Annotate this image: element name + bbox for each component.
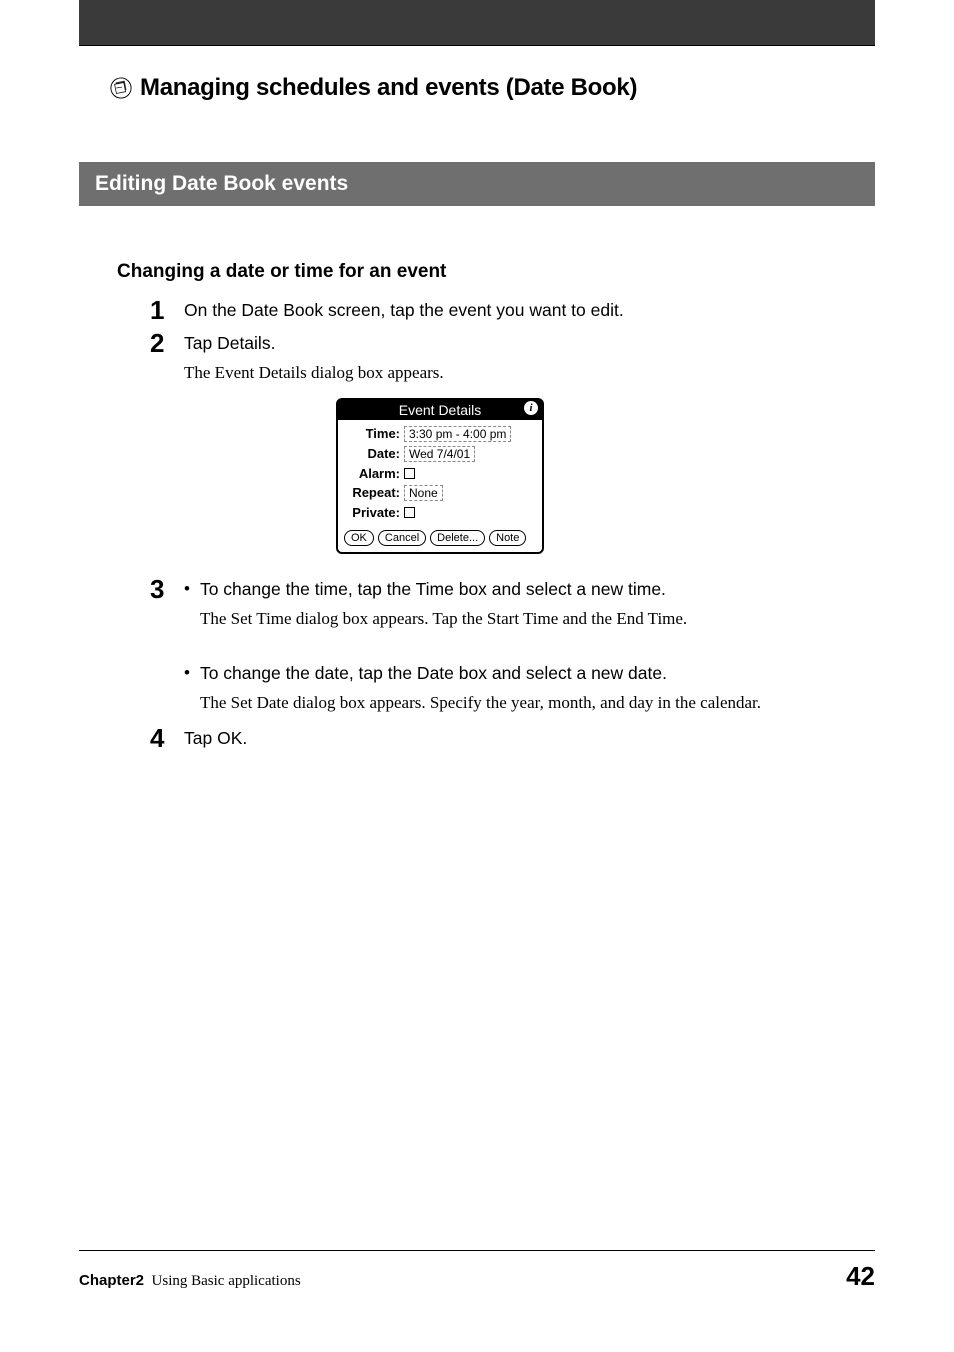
bullet-icon: • — [184, 576, 190, 602]
cancel-button[interactable]: Cancel — [378, 530, 426, 546]
header-rule — [79, 45, 875, 46]
section-title-bar: Editing Date Book events — [79, 162, 875, 206]
header-dark-bar — [79, 0, 875, 45]
ok-button[interactable]: OK — [344, 530, 374, 546]
repeat-label: Repeat: — [346, 485, 404, 500]
private-label: Private: — [346, 505, 404, 520]
info-icon[interactable]: i — [524, 401, 538, 415]
steps-list: 1 On the Date Book screen, tap the event… — [150, 297, 875, 753]
event-details-dialog-figure: Event Details i Time: 3:30 pm - 4:00 pm … — [336, 398, 875, 554]
step-subtext: The Event Details dialog box appears. — [184, 361, 875, 386]
step-text: On the Date Book screen, tap the event y… — [184, 297, 875, 324]
section-title: Editing Date Book events — [95, 172, 348, 195]
step-number: 3 — [150, 576, 184, 602]
chapter-heading: Managing schedules and events (Date Book… — [110, 74, 875, 102]
step-bullet-subtext: The Set Date dialog box appears. Specify… — [200, 691, 875, 716]
alarm-label: Alarm: — [346, 466, 404, 481]
page-number: 42 — [846, 1261, 875, 1292]
step-3: 3 • To change the time, tap the Time box… — [150, 576, 875, 716]
step-bullet-text: To change the date, tap the Date box and… — [200, 660, 875, 687]
step-bullet-text: To change the time, tap the Time box and… — [200, 576, 875, 603]
page-footer: Chapter2 Using Basic applications 42 — [79, 1250, 875, 1292]
step-number: 2 — [150, 330, 184, 356]
subsection-heading: Changing a date or time for an event — [117, 261, 954, 283]
time-field[interactable]: 3:30 pm - 4:00 pm — [404, 426, 511, 442]
step-bullet-subtext: The Set Time dialog box appears. Tap the… — [200, 607, 875, 632]
step-1: 1 On the Date Book screen, tap the event… — [150, 297, 875, 324]
delete-button[interactable]: Delete... — [430, 530, 485, 546]
event-details-dialog: Event Details i Time: 3:30 pm - 4:00 pm … — [336, 398, 544, 554]
alarm-checkbox[interactable] — [404, 468, 415, 479]
step-text: Tap Details. — [184, 330, 875, 357]
step-2: 2 Tap Details. The Event Details dialog … — [150, 330, 875, 386]
date-field[interactable]: Wed 7/4/01 — [404, 446, 475, 462]
step-4: 4 Tap OK. — [150, 725, 875, 752]
dialog-title-text: Event Details — [399, 402, 481, 418]
datebook-icon — [110, 77, 132, 99]
footer-chapter: Chapter2 Using Basic applications — [79, 1272, 301, 1290]
footer-chapter-text: Using Basic applications — [152, 1273, 301, 1289]
time-label: Time: — [346, 426, 404, 441]
footer-chapter-label: Chapter2 — [79, 1272, 144, 1289]
note-button[interactable]: Note — [489, 530, 526, 546]
step-number: 1 — [150, 297, 184, 323]
step-number: 4 — [150, 725, 184, 751]
bullet-icon: • — [184, 660, 190, 686]
step-text: Tap OK. — [184, 725, 875, 752]
chapter-title: Managing schedules and events (Date Book… — [140, 74, 637, 102]
date-label: Date: — [346, 446, 404, 461]
private-checkbox[interactable] — [404, 507, 415, 518]
dialog-titlebar: Event Details i — [338, 400, 542, 420]
repeat-field[interactable]: None — [404, 485, 443, 501]
